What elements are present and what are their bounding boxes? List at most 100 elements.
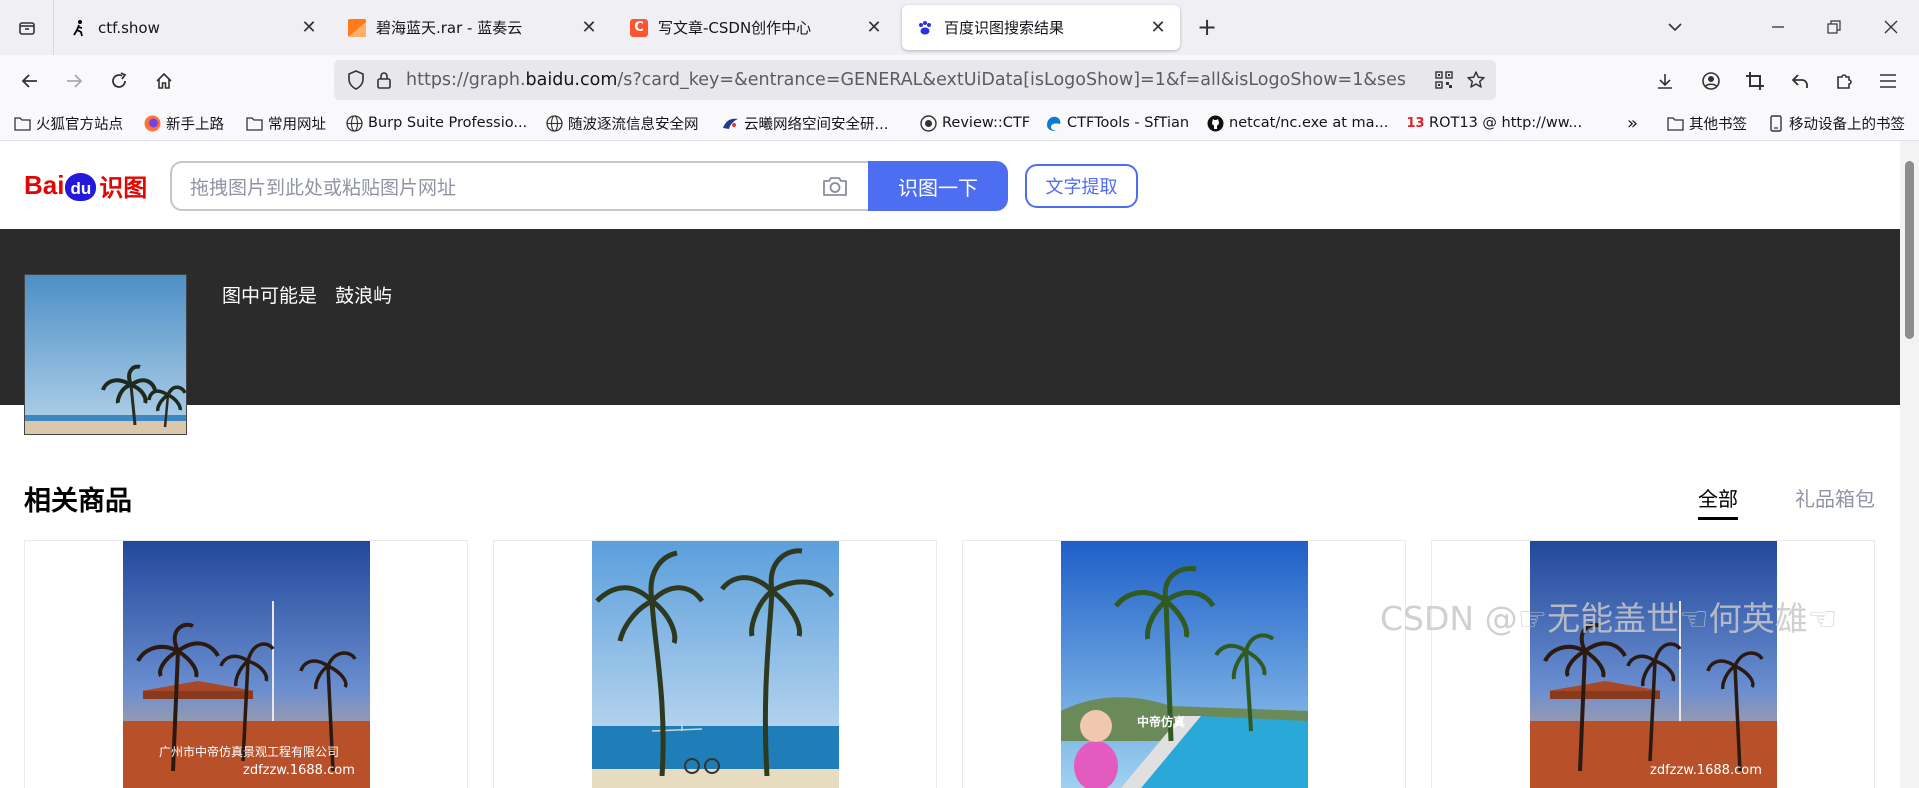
baidu-shitu-logo[interactable]: Bai du 识图 bbox=[24, 163, 147, 207]
bookmark-star-icon[interactable] bbox=[1462, 66, 1490, 94]
text-extract-button[interactable]: 文字提取 bbox=[1025, 164, 1138, 208]
download-icon bbox=[1658, 74, 1672, 89]
account-button[interactable] bbox=[1697, 67, 1725, 95]
page-content: Bai du 识图 拖拽图片到此处或粘贴图片网址 识图一下 文字提取 图中可能是… bbox=[0, 141, 1900, 788]
bookmark-label: netcat/nc.exe at ma... bbox=[1229, 115, 1389, 131]
bookmark-item[interactable]: 新手上路 bbox=[144, 111, 224, 135]
close-window-button[interactable] bbox=[1877, 13, 1905, 41]
bookmark-label: 云曦网络空间安全研... bbox=[744, 116, 889, 133]
runner-icon bbox=[70, 19, 88, 37]
undo-button[interactable] bbox=[1786, 67, 1814, 95]
bookmarks-toolbar: 火狐官方站点 新手上路 常用网址 Burp Suite Professio...… bbox=[0, 105, 1919, 141]
close-tab-icon[interactable]: ✕ bbox=[860, 14, 888, 42]
edge-icon bbox=[1045, 115, 1062, 132]
undo-arrow-icon bbox=[1791, 74, 1808, 88]
guess-label: 图中可能是 bbox=[222, 285, 318, 307]
tab-ctfshow[interactable]: ctf.show ✕ bbox=[56, 0, 331, 55]
baidu-paw-icon bbox=[916, 19, 934, 37]
qr-code-icon[interactable] bbox=[1430, 66, 1458, 94]
close-tab-icon[interactable]: ✕ bbox=[575, 14, 603, 42]
minimize-button[interactable] bbox=[1764, 13, 1792, 41]
review-icon bbox=[920, 114, 937, 132]
product-card[interactable]: 中帝仿真 bbox=[962, 540, 1406, 788]
bookmark-label: 新手上路 bbox=[166, 116, 224, 133]
product-card[interactable]: zdfzzw.1688.com bbox=[1431, 540, 1875, 788]
close-tab-icon[interactable]: ✕ bbox=[295, 14, 323, 42]
product-image bbox=[592, 541, 839, 788]
restore-button[interactable] bbox=[1820, 13, 1848, 41]
folder-icon bbox=[14, 115, 31, 132]
bookmark-item[interactable]: 火狐官方站点 bbox=[14, 111, 123, 135]
globe-icon bbox=[546, 114, 563, 132]
home-button[interactable] bbox=[150, 67, 178, 95]
downloads-button[interactable] bbox=[1651, 67, 1679, 95]
firefox-icon bbox=[144, 115, 161, 132]
page-scrollbar[interactable] bbox=[1900, 141, 1919, 788]
shield-icon[interactable] bbox=[342, 66, 370, 94]
csdn-watermark: CSDN @☞无能盖世☜何英雄☜ bbox=[1380, 599, 1838, 638]
tab-title: ctf.show bbox=[98, 18, 160, 37]
search-image-button[interactable]: 识图一下 bbox=[868, 161, 1008, 211]
query-image-thumbnail[interactable] bbox=[24, 274, 187, 435]
bookmark-item[interactable]: 其他书签 bbox=[1667, 111, 1747, 135]
tab-title: 碧海蓝天.rar - 蓝奏云 bbox=[376, 19, 523, 37]
account-icon bbox=[1702, 72, 1720, 90]
screenshot-button[interactable] bbox=[1741, 67, 1769, 95]
extensions-button[interactable] bbox=[1831, 67, 1859, 95]
bookmark-item[interactable]: 云曦网络空间安全研... bbox=[722, 111, 888, 135]
bookmark-item[interactable]: 随波逐流信息安全网 bbox=[546, 111, 699, 135]
bookmark-label: 火狐官方站点 bbox=[36, 116, 123, 133]
csdn-icon: C bbox=[630, 18, 648, 37]
lanzou-icon bbox=[348, 18, 366, 37]
bookmark-item[interactable]: 移动设备上的书签 bbox=[1767, 111, 1905, 135]
scrollbar-thumb[interactable] bbox=[1905, 161, 1914, 339]
url-host: baidu.com bbox=[525, 70, 618, 90]
bookmark-item[interactable]: CTFTools - SfTian bbox=[1045, 111, 1189, 135]
rot13-icon: 13 bbox=[1406, 115, 1425, 131]
bookmark-item[interactable]: netcat/nc.exe at ma... bbox=[1207, 111, 1388, 135]
forward-button[interactable] bbox=[60, 67, 88, 95]
list-all-tabs-button[interactable] bbox=[0, 0, 54, 55]
more-bookmarks-chevron-icon[interactable]: » bbox=[1627, 111, 1638, 135]
tab-bar: ctf.show ✕ 碧海蓝天.rar - 蓝奏云 ✕ C 写文章-CSDN创作… bbox=[0, 0, 1919, 55]
camera-icon[interactable] bbox=[820, 171, 850, 201]
puzzle-icon bbox=[1837, 74, 1852, 89]
bookmark-label: Review::CTF bbox=[942, 115, 1031, 131]
hamburger-icon bbox=[1880, 74, 1896, 88]
close-tab-icon[interactable]: ✕ bbox=[1144, 14, 1172, 42]
filter-gift-tab[interactable]: 礼品箱包 bbox=[1795, 483, 1875, 512]
image-caption: 广州市中帝仿真景观工程有限公司 bbox=[159, 745, 340, 759]
product-card[interactable]: 广州市中帝仿真景观工程有限公司 zdfzzw.1688.com bbox=[24, 540, 468, 788]
filter-all-tab[interactable]: 全部 bbox=[1698, 483, 1738, 520]
folder-icon bbox=[246, 115, 263, 132]
forward-arrow-icon bbox=[67, 74, 83, 88]
bookmark-item[interactable]: Burp Suite Professio... bbox=[346, 111, 527, 135]
menu-button[interactable] bbox=[1874, 67, 1902, 95]
lock-icon[interactable] bbox=[370, 66, 398, 94]
bookmark-item[interactable]: Review::CTF bbox=[920, 111, 1030, 135]
section-title: 相关商品 bbox=[24, 486, 132, 517]
chevron-down-icon[interactable] bbox=[1661, 13, 1689, 41]
bookmark-item[interactable]: 常用网址 bbox=[246, 111, 326, 135]
address-bar[interactable]: https://graph.baidu.com/s?card_key=&entr… bbox=[334, 60, 1496, 100]
image-search-input[interactable]: 拖拽图片到此处或粘贴图片网址 bbox=[170, 161, 870, 211]
logo-du-paw: du bbox=[65, 173, 97, 201]
tab-lanzou[interactable]: 碧海蓝天.rar - 蓝奏云 ✕ bbox=[334, 0, 611, 55]
product-card[interactable] bbox=[493, 540, 937, 788]
reload-button[interactable] bbox=[105, 67, 133, 95]
new-tab-button[interactable]: + bbox=[1193, 13, 1221, 41]
tab-list-icon bbox=[18, 21, 35, 35]
tab-csdn[interactable]: C 写文章-CSDN创作中心 ✕ bbox=[616, 0, 896, 55]
bookmark-label: CTFTools - SfTian bbox=[1067, 115, 1190, 131]
back-button[interactable] bbox=[16, 67, 44, 95]
tab-baidu-shitu[interactable]: 百度识图搜索结果 ✕ bbox=[902, 5, 1180, 50]
url-text: https://graph.baidu.com/s?card_key=&entr… bbox=[406, 70, 1406, 90]
guess-value[interactable]: 鼓浪屿 bbox=[335, 285, 392, 307]
product-image: zdfzzw.1688.com bbox=[1530, 541, 1777, 788]
bookmark-item[interactable]: 13 ROT13 @ http://ww... bbox=[1406, 111, 1582, 135]
bookmark-label: 随波逐流信息安全网 bbox=[568, 116, 699, 133]
product-image: 中帝仿真 bbox=[1061, 541, 1308, 788]
image-caption: zdfzzw.1688.com bbox=[1650, 763, 1762, 778]
navigation-toolbar: https://graph.baidu.com/s?card_key=&entr… bbox=[0, 55, 1919, 105]
product-image: 广州市中帝仿真景观工程有限公司 zdfzzw.1688.com bbox=[123, 541, 370, 788]
